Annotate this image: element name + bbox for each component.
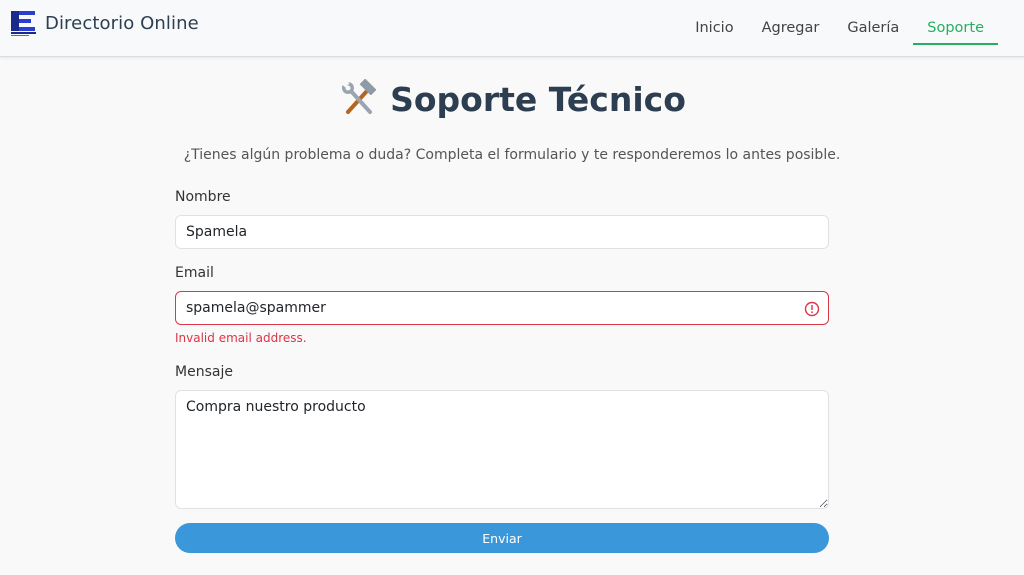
message-textarea[interactable]: Compra nuestro producto [175, 390, 829, 509]
submit-button[interactable]: Enviar [175, 523, 829, 553]
error-icon [804, 301, 820, 317]
email-input[interactable] [175, 291, 829, 325]
name-label: Nombre [175, 189, 231, 205]
message-label: Mensaje [175, 364, 233, 380]
email-label: Email [175, 265, 214, 281]
main-nav: Inicio Agregar Galería Soporte [681, 0, 998, 57]
name-input[interactable] [175, 215, 829, 249]
page-subtitle: ¿Tienes algún problema o duda? Completa … [183, 147, 841, 163]
brand-name: Directorio Online [45, 13, 199, 34]
email-error-message: Invalid email address. [175, 331, 307, 345]
tools-icon [342, 78, 377, 114]
page-title-text: Soporte Técnico [390, 79, 686, 119]
nav-item-galeria[interactable]: Galería [833, 0, 913, 45]
directory-logo-icon [11, 11, 36, 36]
navbar: Directorio Online Inicio Agregar Galería… [0, 0, 1024, 57]
page-title: Soporte Técnico [0, 78, 1024, 120]
brand[interactable]: Directorio Online [10, 10, 199, 37]
nav-item-agregar[interactable]: Agregar [748, 0, 834, 45]
nav-item-soporte[interactable]: Soporte [913, 0, 998, 45]
nav-item-inicio[interactable]: Inicio [681, 0, 747, 45]
